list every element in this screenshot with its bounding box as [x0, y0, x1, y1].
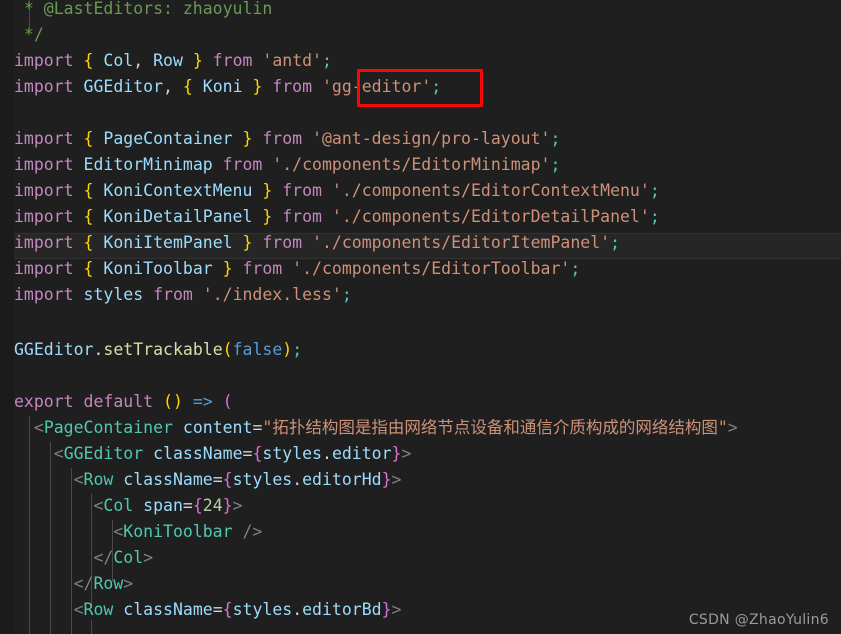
code-line-blank[interactable] [0, 100, 841, 126]
code-line[interactable]: <GGEditor className={styles.editor}> [0, 441, 841, 467]
code-line[interactable]: import GGEditor, { Koni } from 'gg-edito… [0, 74, 841, 100]
code-lines: * @LastEditors: zhaoyulin */ import { Co… [0, 0, 841, 634]
code-line[interactable]: import { PageContainer } from '@ant-desi… [0, 126, 841, 152]
token-comment: */ [14, 25, 44, 44]
code-line[interactable]: </Row> [0, 571, 841, 597]
token-keyword-import: import [14, 51, 74, 70]
token-string-chinese: 拓扑结构图是指由网络节点设备和通信介质构成的网络结构图 [272, 418, 718, 437]
code-line[interactable]: GGEditor.setTrackable(false); [0, 337, 841, 363]
code-editor-surface[interactable]: * @LastEditors: zhaoyulin */ import { Co… [0, 0, 841, 634]
code-line[interactable]: */ [0, 22, 841, 48]
code-line[interactable]: import EditorMinimap from './components/… [0, 152, 841, 178]
code-line[interactable]: <Col span={24}> [0, 493, 841, 519]
token-comment: * @LastEditors: zhaoyulin [14, 0, 273, 18]
code-line[interactable]: import styles from './index.less'; [0, 282, 841, 308]
token-keyword-import: import [14, 77, 74, 96]
code-line[interactable]: import { Col, Row } from 'antd'; [0, 48, 841, 74]
code-line[interactable]: import { KoniDetailPanel } from './compo… [0, 204, 841, 230]
code-line[interactable]: </Col> [0, 545, 841, 571]
code-line-blank[interactable] [0, 363, 841, 389]
code-line[interactable]: export default () => ( [0, 389, 841, 415]
code-line[interactable]: * @LastEditors: zhaoyulin [0, 0, 841, 22]
code-line[interactable]: <KoniToolbar /> [0, 519, 841, 545]
watermark-text: CSDN @ZhaoYulin6 [688, 612, 829, 628]
code-line[interactable]: import { KoniItemPanel } from './compone… [0, 230, 841, 256]
code-line[interactable]: <Row className={styles.editorHd}> [0, 467, 841, 493]
code-line-blank[interactable] [0, 308, 841, 334]
code-line[interactable]: import { KoniContextMenu } from './compo… [0, 178, 841, 204]
code-line[interactable]: <PageContainer content="拓扑结构图是指由网络节点设备和通… [0, 415, 841, 441]
code-line[interactable]: import { KoniToolbar } from './component… [0, 256, 841, 282]
